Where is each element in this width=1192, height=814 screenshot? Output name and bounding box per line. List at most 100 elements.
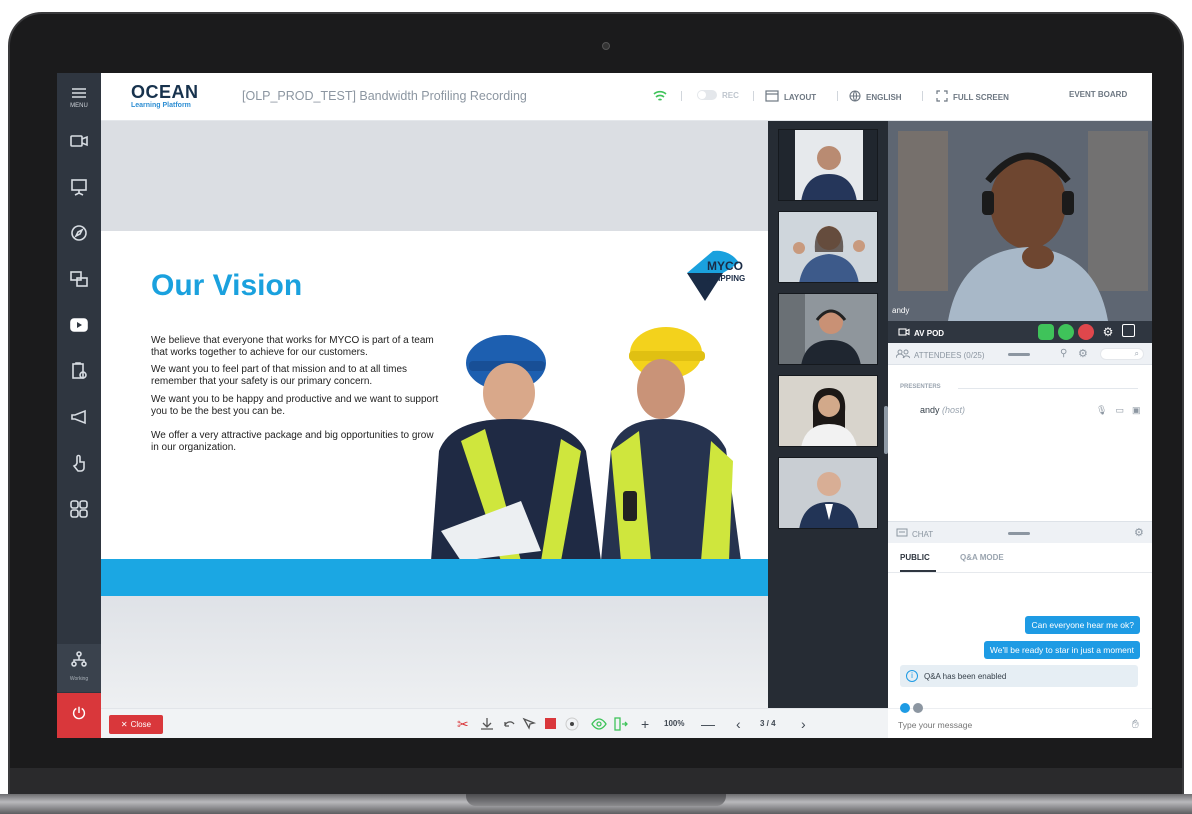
pod-popout-icon[interactable]: [1122, 324, 1135, 337]
participant-video[interactable]: [778, 457, 878, 529]
right-panel: andy AV POD ⚙ ATTENDEES (0/25) ⚲ ⚙ ⌕ PRE…: [888, 121, 1152, 738]
chat-settings-icon[interactable]: ⚙: [1134, 526, 1144, 539]
page-indicator: 3 / 4: [760, 719, 776, 728]
camera-icon: ▭: [1115, 405, 1124, 415]
color-swatch-icon[interactable]: [543, 716, 559, 732]
laptop-notch: [466, 794, 726, 806]
leave-session-button[interactable]: [57, 693, 101, 738]
rec-label: REC: [722, 90, 739, 100]
event-board-button[interactable]: EVENT BOARD: [1069, 90, 1127, 99]
close-icon: ✕: [120, 720, 128, 729]
scissors-icon[interactable]: ✂: [457, 716, 473, 732]
chat-title: CHAT: [896, 528, 933, 540]
close-presentation-button[interactable]: ✕ Close: [109, 715, 163, 734]
screen-icon: ▣: [1131, 405, 1141, 415]
prev-slide-icon[interactable]: ‹: [736, 716, 752, 732]
undo-icon[interactable]: [501, 716, 517, 732]
download-icon[interactable]: [479, 716, 495, 732]
eye-icon[interactable]: [591, 716, 607, 732]
presentation-toolbar: ✕ Close ✂ + 100% — ‹ 3 / 4 ›: [101, 708, 888, 738]
sync-slide-icon[interactable]: [613, 716, 629, 732]
search-icon: ⌕: [1134, 349, 1139, 358]
participant-video[interactable]: [778, 375, 878, 447]
pointer-icon[interactable]: [521, 716, 537, 732]
menu-button[interactable]: [57, 75, 101, 115]
layout-label: LAYOUT: [784, 92, 817, 102]
event-title: [OLP_PROD_TEST] Bandwidth Profiling Reco…: [242, 89, 527, 103]
raise-hand-icon[interactable]: ✋︎: [1132, 717, 1139, 732]
video-toggle-button[interactable]: [1038, 324, 1054, 340]
message-composer: ✋︎: [888, 703, 1152, 738]
slide-top-margin: [101, 121, 768, 231]
working-status-button[interactable]: Working: [57, 644, 101, 692]
record-toggle[interactable]: REC: [697, 90, 739, 100]
tab-public[interactable]: PUBLIC: [900, 553, 930, 562]
camera-icon: [69, 131, 89, 156]
power-icon: [70, 704, 88, 727]
presenter-name: andy: [920, 405, 940, 415]
slide-bottom-margin: [101, 596, 768, 708]
mic-toggle-button[interactable]: [1058, 324, 1074, 340]
app-screen: MENU Working OCEAN Learning Platform [OL…: [57, 73, 1152, 738]
participant-video[interactable]: [778, 129, 878, 201]
tab-qa-mode[interactable]: Q&A MODE: [960, 553, 1004, 562]
polls-button[interactable]: [57, 353, 101, 393]
menu-label: MENU: [70, 103, 88, 109]
working-label: Working: [69, 676, 89, 682]
app-logo-subtitle: Learning Platform: [131, 102, 191, 109]
whiteboard-button[interactable]: [57, 215, 101, 255]
add-attendee-icon[interactable]: ⚲: [1060, 348, 1067, 359]
attendees-title: ATTENDEES (0/25): [895, 349, 985, 361]
chat-message-input[interactable]: [898, 720, 1098, 730]
slide-paragraph: We offer a very attractive package and b…: [151, 430, 434, 453]
av-pod-title: AV POD: [898, 327, 944, 339]
drag-handle[interactable]: [1008, 532, 1030, 535]
slide-paragraph: We want you to be happy and productive a…: [151, 394, 439, 417]
participant-video[interactable]: [778, 211, 878, 283]
slide-paragraph: We believe that everyone that works for …: [151, 335, 434, 358]
youtube-button[interactable]: [57, 307, 101, 347]
chat-label: CHAT: [912, 529, 934, 539]
attendees-settings-icon[interactable]: ⚙: [1078, 347, 1088, 360]
presenter-row[interactable]: andy (host): [920, 405, 965, 415]
presentation-button[interactable]: [57, 169, 101, 209]
share-screen-button[interactable]: [57, 261, 101, 301]
attendees-header[interactable]: ATTENDEES (0/25) ⚲ ⚙ ⌕: [888, 343, 1152, 365]
top-header: OCEAN Learning Platform [OLP_PROD_TEST] …: [101, 73, 1152, 121]
network-status: [653, 90, 667, 104]
zoom-in-icon[interactable]: +: [641, 716, 657, 732]
announcement-button[interactable]: [57, 399, 101, 439]
presenter-status-icons: 🎙︎ ▭ ▣: [1096, 405, 1140, 416]
slide-footer-band: [101, 559, 768, 596]
help-icon[interactable]: [913, 703, 923, 713]
zoom-out-icon[interactable]: —: [701, 716, 717, 732]
av-pod-bar: AV POD ⚙: [888, 321, 1152, 343]
audio-mute-button[interactable]: [1078, 324, 1094, 340]
myco-logo: MYCO SHIPPING: [683, 243, 761, 309]
wifi-icon: [653, 90, 667, 104]
next-slide-icon[interactable]: ›: [801, 716, 817, 732]
raise-hand-button[interactable]: [57, 445, 101, 485]
fullscreen-button[interactable]: FULL SCREEN: [936, 90, 1009, 104]
current-slide: Our Vision We believe that everyone that…: [101, 231, 768, 561]
participant-video[interactable]: [778, 293, 878, 365]
drag-handle[interactable]: [1008, 353, 1030, 356]
pod-settings-icon[interactable]: ⚙: [1100, 324, 1116, 340]
camera-button[interactable]: [57, 123, 101, 163]
system-message: i Q&A has been enabled: [900, 665, 1138, 687]
main-speaker-video[interactable]: andy: [888, 121, 1152, 321]
fullscreen-label: FULL SCREEN: [953, 92, 1009, 102]
attendee-search-input[interactable]: ⌕: [1100, 348, 1144, 360]
active-tab-indicator: [900, 570, 936, 572]
chat-icon: [896, 528, 908, 540]
brush-size-icon[interactable]: [564, 716, 580, 732]
youtube-icon: [69, 315, 89, 340]
layout-button[interactable]: LAYOUT: [765, 90, 816, 104]
layout-grid-button[interactable]: [57, 491, 101, 531]
language-button[interactable]: ENGLISH: [849, 90, 902, 104]
app-logo: OCEAN: [131, 82, 199, 102]
network-icon: [57, 644, 101, 676]
chat-header[interactable]: CHAT ⚙: [888, 521, 1152, 543]
emoji-icon[interactable]: [900, 703, 910, 713]
av-pod-label: AV POD: [914, 328, 945, 338]
